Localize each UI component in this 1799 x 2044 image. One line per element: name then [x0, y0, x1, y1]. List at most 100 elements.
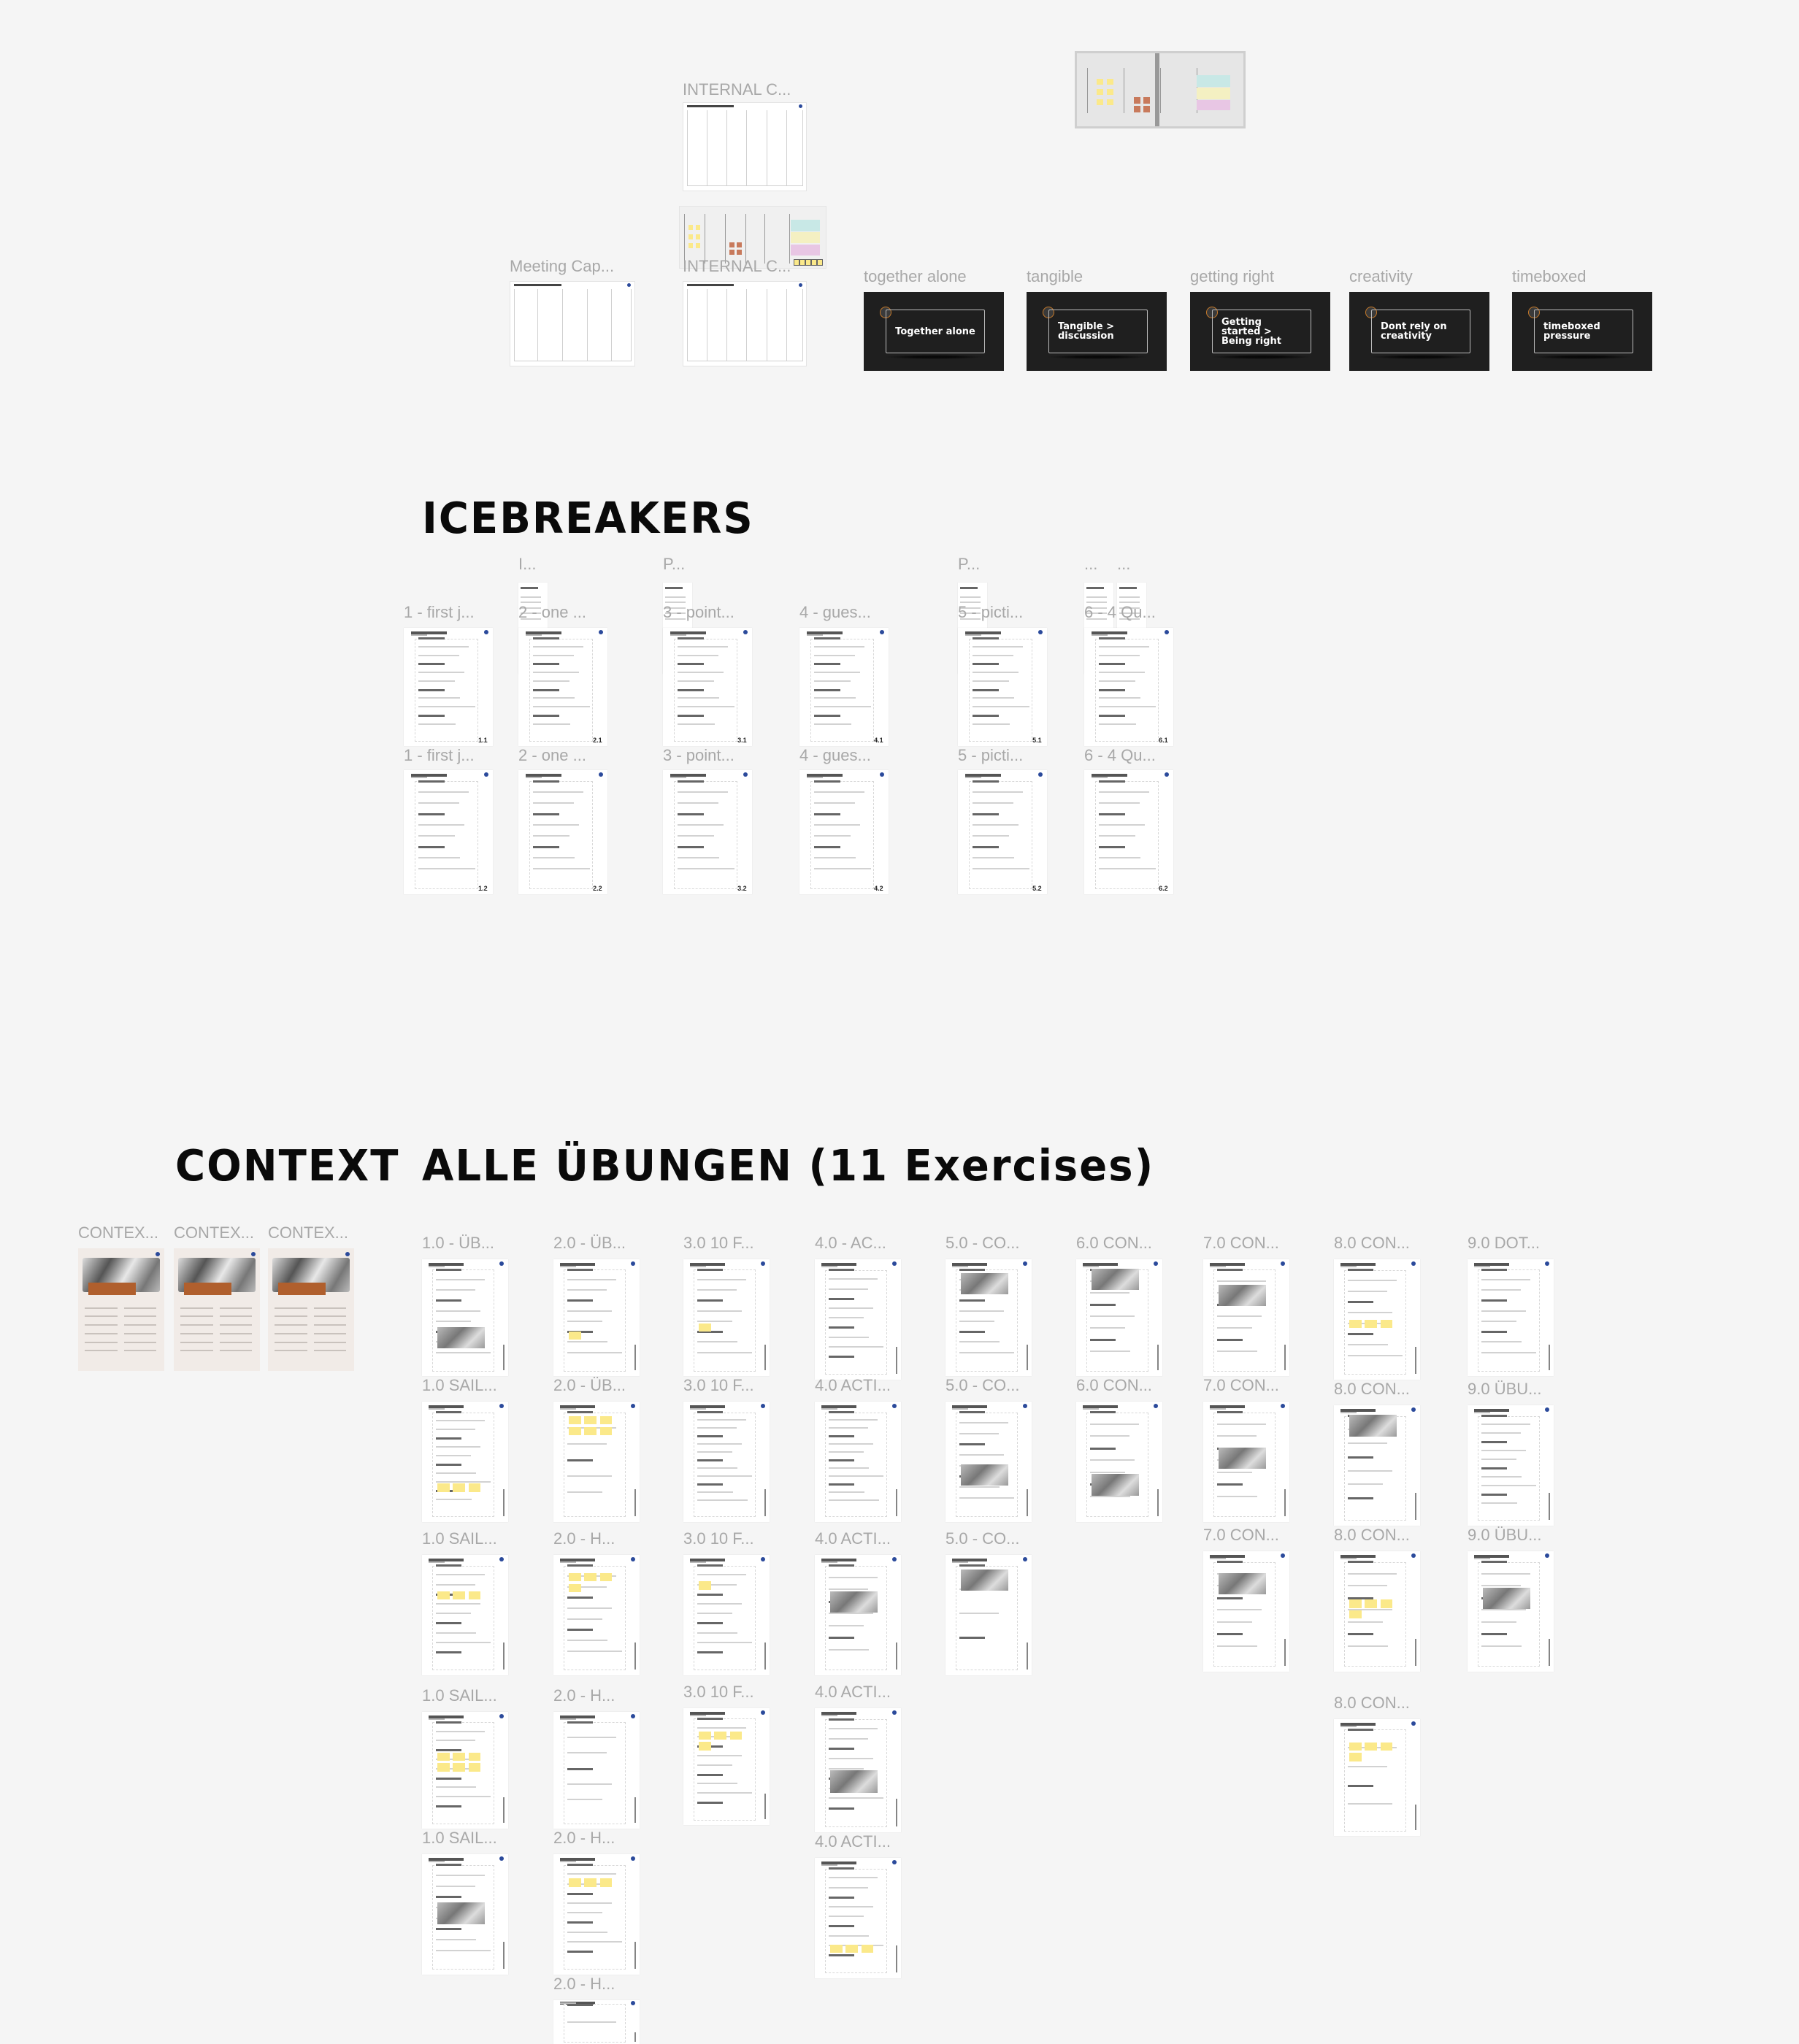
context-page[interactable]	[174, 1248, 260, 1371]
exercise-frame-label[interactable]: 1.0 SAIL...	[422, 1529, 497, 1548]
exercise-frame-label[interactable]: 7.0 CON...	[1203, 1526, 1279, 1545]
principle-card[interactable]: timeboxed pressure	[1512, 292, 1652, 371]
principle-card[interactable]: Together alone	[864, 292, 1004, 371]
exercise-page[interactable]	[553, 1712, 640, 1829]
exercise-page[interactable]	[422, 1402, 508, 1522]
icebreaker-page[interactable]: 5.1	[958, 628, 1047, 746]
principle-label[interactable]: together alone	[864, 267, 967, 286]
exercise-page[interactable]	[1203, 1402, 1289, 1522]
icebreaker-label[interactable]: 1 - first j...	[404, 603, 475, 622]
internal-capture-canvas-workshop[interactable]	[683, 281, 807, 366]
exercise-page[interactable]	[683, 1259, 770, 1376]
icebreaker-label[interactable]: 3 - point...	[663, 603, 734, 622]
exercise-page[interactable]	[553, 1854, 640, 1975]
exercise-page[interactable]	[1334, 1405, 1420, 1526]
mini-frame-label[interactable]: ...	[1084, 555, 1097, 574]
context-page[interactable]	[268, 1248, 354, 1371]
exercise-frame-label[interactable]: 3.0 10 F...	[683, 1376, 754, 1395]
mini-frame-label[interactable]: I...	[518, 555, 536, 574]
exercise-frame-label[interactable]: 5.0 - CO...	[945, 1234, 1019, 1253]
mini-frame-label[interactable]: ...	[1117, 555, 1130, 574]
mini-frame-label[interactable]: P...	[958, 555, 980, 574]
principle-label[interactable]: tangible	[1027, 267, 1083, 286]
capture-canvas-top-right[interactable]	[1075, 51, 1246, 128]
meeting-capture-canvas[interactable]	[510, 281, 635, 366]
exercise-frame-label[interactable]: 3.0 10 F...	[683, 1234, 754, 1253]
icebreaker-page[interactable]: 1.1	[404, 628, 493, 746]
exercise-frame-label[interactable]: 8.0 CON...	[1334, 1526, 1410, 1545]
context-page[interactable]	[78, 1248, 164, 1371]
exercise-frame-label[interactable]: 4.0 - AC...	[815, 1234, 886, 1253]
mini-frame-label[interactable]: P...	[663, 555, 685, 574]
principle-label[interactable]: getting right	[1190, 267, 1274, 286]
frame-label-internal-workshop[interactable]: INTERNAL C...	[683, 257, 791, 276]
exercise-frame-label[interactable]: 7.0 CON...	[1203, 1376, 1279, 1395]
exercise-page[interactable]	[815, 1402, 901, 1522]
exercise-page[interactable]	[1334, 1259, 1420, 1380]
icebreaker-page[interactable]: 6.2	[1084, 770, 1173, 894]
exercise-page[interactable]	[815, 1259, 901, 1380]
exercise-frame-label[interactable]: 3.0 10 F...	[683, 1683, 754, 1702]
context-frame-label[interactable]: CONTEX...	[78, 1223, 158, 1242]
exercise-frame-label[interactable]: 5.0 - CO...	[945, 1529, 1019, 1548]
exercise-page[interactable]	[553, 1555, 640, 1675]
exercise-frame-label[interactable]: 1.0 SAIL...	[422, 1829, 497, 1848]
icebreaker-page[interactable]: 3.1	[663, 628, 752, 746]
exercise-frame-label[interactable]: 1.0 - ÜB...	[422, 1234, 494, 1253]
icebreaker-page[interactable]: 4.2	[799, 770, 889, 894]
exercise-page[interactable]	[1334, 1551, 1420, 1672]
icebreaker-page[interactable]: 4.1	[799, 628, 889, 746]
icebreaker-page[interactable]: 2.1	[518, 628, 607, 746]
icebreaker-page[interactable]: 5.2	[958, 770, 1047, 894]
icebreaker-label[interactable]: 2 - one ...	[518, 603, 586, 622]
exercise-page[interactable]	[1468, 1405, 1554, 1526]
exercise-page[interactable]	[683, 1402, 770, 1522]
exercise-page[interactable]	[1334, 1719, 1420, 1836]
frame-label-internal-project[interactable]: INTERNAL C...	[683, 80, 791, 99]
internal-capture-canvas-project[interactable]	[683, 102, 807, 191]
exercise-page[interactable]	[422, 1712, 508, 1829]
exercise-frame-label[interactable]: 9.0 DOT...	[1468, 1234, 1540, 1253]
icebreaker-page[interactable]: 3.2	[663, 770, 752, 894]
exercise-frame-label[interactable]: 1.0 SAIL...	[422, 1686, 497, 1705]
exercise-frame-label[interactable]: 8.0 CON...	[1334, 1380, 1410, 1399]
exercise-page[interactable]	[422, 1854, 508, 1975]
icebreaker-page[interactable]: 1.2	[404, 770, 493, 894]
icebreaker-label[interactable]: 3 - point...	[663, 746, 734, 765]
icebreaker-label[interactable]: 1 - first j...	[404, 746, 475, 765]
exercise-page[interactable]	[553, 1402, 640, 1522]
exercise-page[interactable]	[815, 1555, 901, 1675]
exercise-page[interactable]	[553, 2000, 640, 2044]
exercise-frame-label[interactable]: 8.0 CON...	[1334, 1234, 1410, 1253]
principle-card[interactable]: Dont rely on creativity	[1349, 292, 1489, 371]
icebreaker-label[interactable]: 4 - gues...	[799, 603, 871, 622]
exercise-frame-label[interactable]: 6.0 CON...	[1076, 1234, 1152, 1253]
exercise-frame-label[interactable]: 2.0 - H...	[553, 1529, 615, 1548]
exercise-page[interactable]	[683, 1708, 770, 1825]
exercise-page[interactable]	[422, 1555, 508, 1675]
icebreaker-label[interactable]: 5 - picti...	[958, 746, 1023, 765]
exercise-frame-label[interactable]: 9.0 ÜBU...	[1468, 1526, 1541, 1545]
icebreaker-page[interactable]: 6.1	[1084, 628, 1173, 746]
icebreaker-label[interactable]: 6 - 4 Qu...	[1084, 603, 1156, 622]
principle-label[interactable]: creativity	[1349, 267, 1413, 286]
exercise-frame-label[interactable]: 4.0 ACTI...	[815, 1529, 891, 1548]
exercise-page[interactable]	[553, 1259, 640, 1376]
exercise-frame-label[interactable]: 6.0 CON...	[1076, 1376, 1152, 1395]
exercise-frame-label[interactable]: 2.0 - ÜB...	[553, 1234, 626, 1253]
exercise-frame-label[interactable]: 9.0 ÜBU...	[1468, 1380, 1541, 1399]
exercise-frame-label[interactable]: 2.0 - H...	[553, 1975, 615, 1994]
icebreaker-label[interactable]: 5 - picti...	[958, 603, 1023, 622]
exercise-page[interactable]	[815, 1858, 901, 1978]
exercise-page[interactable]	[815, 1708, 901, 1832]
exercise-page[interactable]	[1468, 1259, 1554, 1376]
exercise-frame-label[interactable]: 2.0 - H...	[553, 1686, 615, 1705]
exercise-page[interactable]	[945, 1259, 1032, 1376]
icebreaker-label[interactable]: 4 - gues...	[799, 746, 871, 765]
exercise-frame-label[interactable]: 4.0 ACTI...	[815, 1683, 891, 1702]
principle-card[interactable]: Tangible > discussion	[1027, 292, 1167, 371]
frame-label-meeting-capture[interactable]: Meeting Cap...	[510, 257, 614, 276]
exercise-frame-label[interactable]: 5.0 - CO...	[945, 1376, 1019, 1395]
exercise-frame-label[interactable]: 4.0 ACTI...	[815, 1832, 891, 1851]
context-frame-label[interactable]: CONTEX...	[268, 1223, 348, 1242]
